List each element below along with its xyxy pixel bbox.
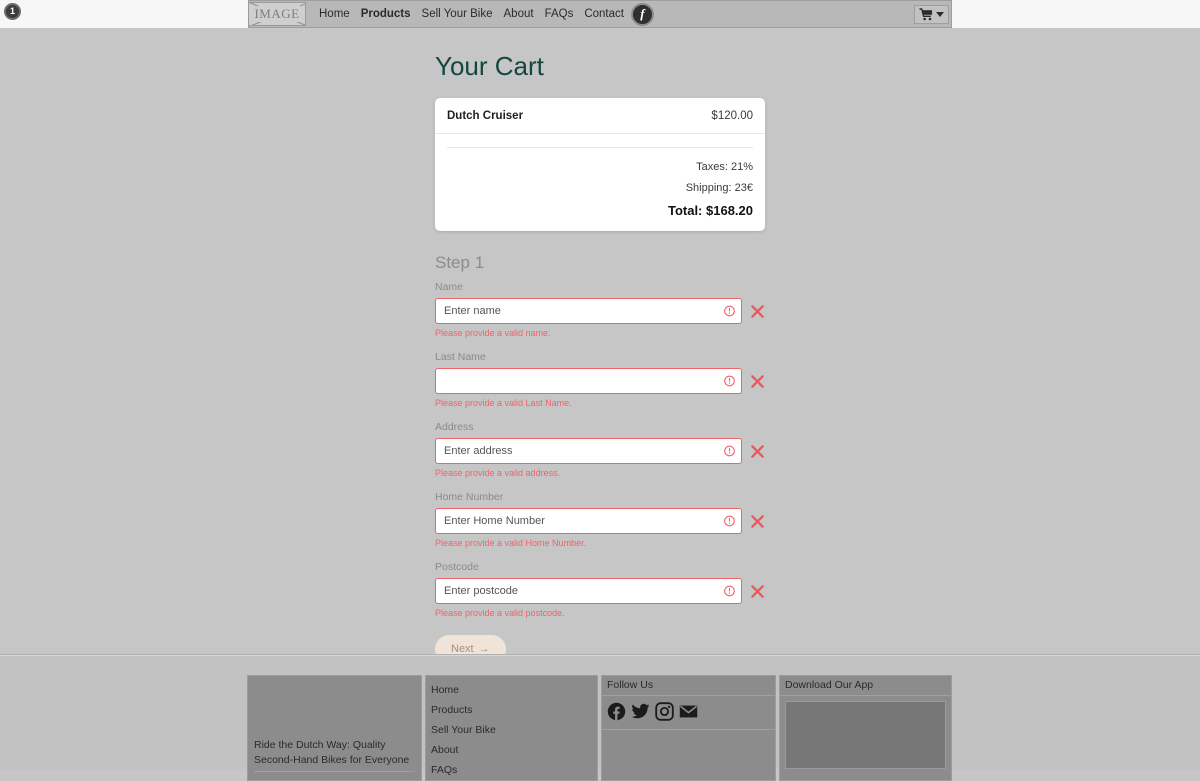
instagram-icon[interactable] bbox=[655, 702, 674, 721]
postcode-input[interactable] bbox=[435, 578, 742, 604]
shopping-cart-icon bbox=[919, 7, 932, 20]
footer-link-products[interactable]: Products bbox=[431, 700, 597, 720]
nav-item-about[interactable]: About bbox=[504, 8, 534, 20]
checkout-content: Your Cart Dutch Cruiser $120.00 Taxes: 2… bbox=[435, 29, 765, 663]
cart-divider bbox=[447, 147, 753, 148]
page-title: Your Cart bbox=[435, 51, 544, 81]
cart-item-price: $120.00 bbox=[711, 110, 753, 122]
cart-shipping: Shipping: 23€ bbox=[685, 182, 753, 194]
label-address: Address bbox=[435, 421, 474, 433]
footer-link-home[interactable]: Home bbox=[431, 680, 597, 700]
error-last-name: Please provide a valid Last Name. bbox=[435, 398, 572, 408]
footer-social-heading: Follow Us bbox=[602, 676, 775, 696]
twitter-icon[interactable] bbox=[631, 702, 650, 721]
main-navbar: IMAGE Home Products Sell Your Bike About… bbox=[248, 0, 952, 28]
footer-about-column: Ride the Dutch Way: Quality Second-Hand … bbox=[247, 675, 422, 781]
error-name: Please provide a valid name. bbox=[435, 328, 551, 338]
facebook-icon[interactable] bbox=[607, 702, 626, 721]
nav-item-products[interactable]: Products bbox=[361, 8, 411, 20]
brand-logo-label: IMAGE bbox=[253, 6, 301, 22]
nav-links: Home Products Sell Your Bike About FAQs … bbox=[319, 8, 624, 20]
label-home-number: Home Number bbox=[435, 491, 504, 503]
field-row-home-number bbox=[435, 508, 765, 534]
nav-item-sell-your-bike[interactable]: Sell Your Bike bbox=[422, 8, 493, 20]
remove-address-icon[interactable] bbox=[750, 444, 765, 459]
cart-item-name: Dutch Cruiser bbox=[447, 110, 524, 122]
footer-social-row bbox=[602, 696, 775, 730]
error-postcode: Please provide a valid postcode. bbox=[435, 608, 565, 618]
nav-item-contact[interactable]: Contact bbox=[584, 8, 624, 20]
info-circle-icon[interactable]: f bbox=[630, 2, 654, 26]
field-row-postcode bbox=[435, 578, 765, 604]
label-postcode: Postcode bbox=[435, 561, 479, 573]
input-wrap-name bbox=[435, 298, 742, 324]
input-wrap-home-number bbox=[435, 508, 742, 534]
last-name-input[interactable] bbox=[435, 368, 742, 394]
cart-line-item: Dutch Cruiser $120.00 bbox=[435, 98, 765, 134]
cart-summary-card: Dutch Cruiser $120.00 Taxes: 21% Shippin… bbox=[435, 98, 765, 231]
footer-columns: Ride the Dutch Way: Quality Second-Hand … bbox=[247, 655, 953, 781]
field-row-address bbox=[435, 438, 765, 464]
checkout-form: Name Please provide a valid name. Last N… bbox=[435, 281, 765, 663]
remove-name-icon[interactable] bbox=[750, 304, 765, 319]
nav-item-home[interactable]: Home bbox=[319, 8, 350, 20]
field-row-name bbox=[435, 298, 765, 324]
cart-total: Total: $168.20 bbox=[667, 203, 753, 218]
footer-app-column: Download Our App bbox=[779, 675, 952, 781]
footer-app-heading: Download Our App bbox=[780, 676, 951, 696]
label-name: Name bbox=[435, 281, 464, 293]
page-body: Your Cart Dutch Cruiser $120.00 Taxes: 2… bbox=[0, 29, 1200, 663]
remove-home-number-icon[interactable] bbox=[750, 514, 765, 529]
label-last-name: Last Name bbox=[435, 351, 486, 363]
input-wrap-last-name bbox=[435, 368, 742, 394]
step-title: Step 1 bbox=[435, 253, 485, 272]
error-address: Please provide a valid address. bbox=[435, 468, 561, 478]
cart-taxes: Taxes: 21% bbox=[696, 161, 753, 173]
nav-item-faqs[interactable]: FAQs bbox=[545, 8, 574, 20]
name-input[interactable] bbox=[435, 298, 742, 324]
error-home-number: Please provide a valid Home Number. bbox=[435, 538, 587, 548]
input-wrap-postcode bbox=[435, 578, 742, 604]
footer-link-about[interactable]: About bbox=[431, 740, 597, 760]
footer-social-column: Follow Us bbox=[601, 675, 776, 781]
footer-link-faqs[interactable]: FAQs bbox=[431, 760, 597, 780]
footer-links-column: Home Products Sell Your Bike About FAQs bbox=[425, 675, 598, 781]
footer-link-sell-your-bike[interactable]: Sell Your Bike bbox=[431, 720, 597, 740]
input-wrap-address bbox=[435, 438, 742, 464]
top-strip: 1 IMAGE Home Products Sell Your Bike Abo… bbox=[0, 0, 1200, 29]
notification-badge: 1 bbox=[4, 3, 21, 20]
app-badge-placeholder[interactable] bbox=[785, 701, 946, 769]
remove-postcode-icon[interactable] bbox=[750, 584, 765, 599]
remove-last-name-icon[interactable] bbox=[750, 374, 765, 389]
brand-logo-placeholder-icon[interactable]: IMAGE bbox=[248, 2, 306, 26]
site-footer: Ride the Dutch Way: Quality Second-Hand … bbox=[0, 654, 1200, 781]
email-icon[interactable] bbox=[679, 702, 698, 721]
field-row-last-name bbox=[435, 368, 765, 394]
cart-dropdown-caret-icon bbox=[936, 11, 944, 17]
cart-button[interactable] bbox=[914, 4, 949, 24]
address-input[interactable] bbox=[435, 438, 742, 464]
home-number-input[interactable] bbox=[435, 508, 742, 534]
cart-totals: Taxes: 21% Shipping: 23€ Total: $168.20 bbox=[435, 134, 765, 231]
